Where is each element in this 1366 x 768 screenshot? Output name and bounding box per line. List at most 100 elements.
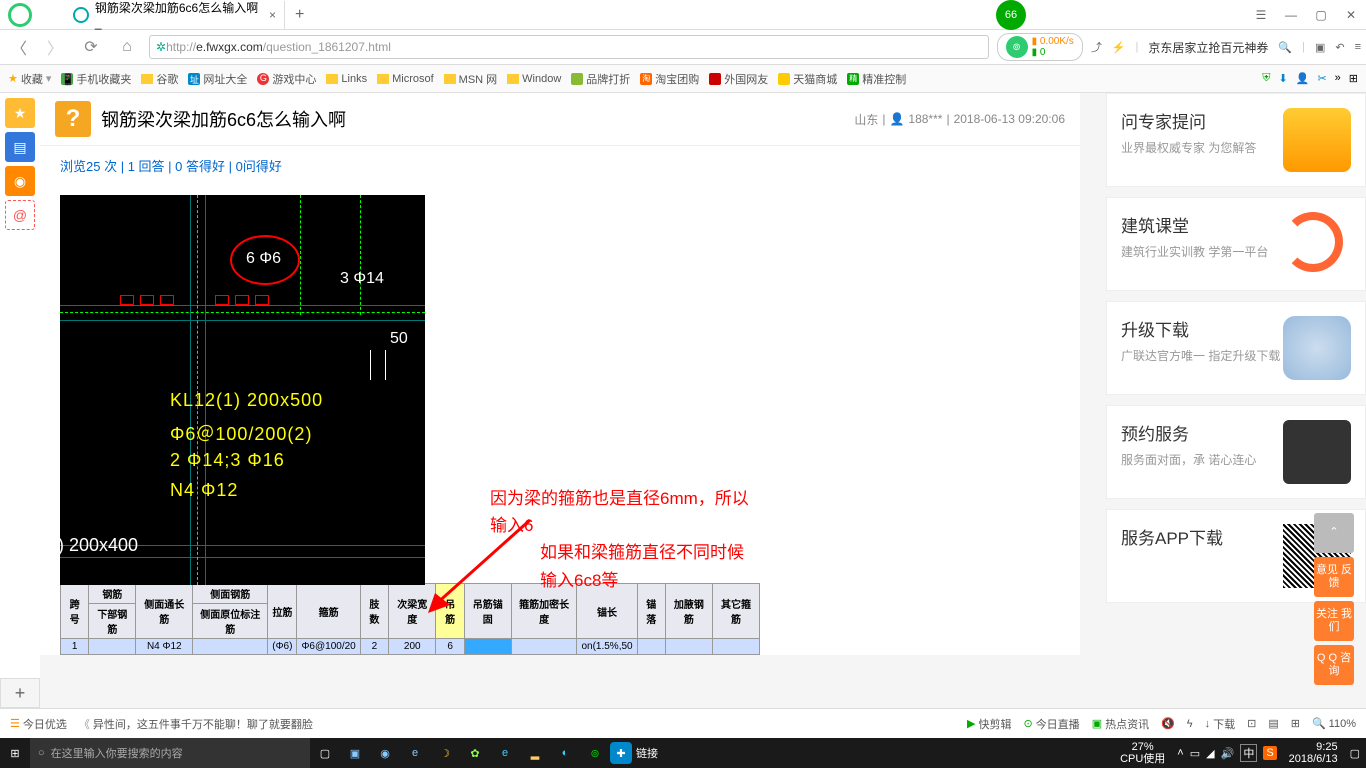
tray-ime-icon[interactable]: 中 <box>1240 744 1257 762</box>
bookmark-item[interactable]: Window <box>507 73 561 85</box>
reader-icon[interactable]: ▤ <box>1268 717 1278 730</box>
zoom-level[interactable]: 🔍 110% <box>1312 717 1356 730</box>
task-view-icon[interactable]: ▢ <box>310 738 340 768</box>
taskbar-360-icon[interactable]: ⊚ <box>580 738 610 768</box>
quickclip-button[interactable]: ▶快剪辑 <box>967 716 1011 732</box>
sidebar-card-classroom[interactable]: 建筑课堂建筑行业实训教 学第一平台 <box>1106 197 1366 291</box>
network-speed-widget[interactable]: ⊚ ▮ 0.00K/s ▮ 0 <box>997 33 1083 61</box>
taskbar-app-icon[interactable]: ✿ <box>460 738 490 768</box>
taskbar-link[interactable]: 链接 <box>632 738 662 768</box>
today-picks-button[interactable]: ☰今日优选 <box>10 716 67 732</box>
window-menu-icon[interactable]: ☰ <box>1246 0 1276 30</box>
taskbar-ie-icon[interactable]: e <box>490 738 520 768</box>
favorites-button[interactable]: ★收藏 ▾ <box>8 71 51 87</box>
table-row[interactable]: 1 N4 Φ12 (Φ6) Φ6@100/20 2 200 6 on(1.5%,… <box>61 639 760 655</box>
forward-button[interactable]: 〉 <box>41 33 69 61</box>
promo-link[interactable]: 京东居家立抢百元神券 <box>1148 39 1268 56</box>
stat-good[interactable]: 0 答得好 <box>175 159 225 174</box>
search-icon[interactable]: 🔍 <box>1278 41 1292 54</box>
tab-close-icon[interactable]: × <box>269 8 276 22</box>
taskbar-app-icon[interactable]: ▣ <box>340 738 370 768</box>
ext-grid-icon[interactable]: ⊞ <box>1349 72 1358 85</box>
sidebar-at-icon[interactable]: @ <box>5 200 35 230</box>
ext-download-icon[interactable]: ⬇ <box>1279 72 1288 85</box>
url-input[interactable]: ✲ http:// e.fwxgx.com /question_1861207.… <box>149 35 989 59</box>
menu-icon[interactable]: ≡ <box>1355 41 1361 53</box>
cpu-usage[interactable]: 27%CPU使用 <box>1114 741 1171 765</box>
extension-icon[interactable]: ▣ <box>1315 41 1325 54</box>
stat-ask[interactable]: 0问得好 <box>236 159 282 174</box>
browser-tab[interactable]: 钢筋梁次梁加筋6c6怎么输入啊_ × <box>65 1 285 29</box>
bookmark-item[interactable]: Microsof <box>377 73 434 85</box>
start-button[interactable]: ⊞ <box>0 738 30 768</box>
stat-answers[interactable]: 1 回答 <box>128 159 165 174</box>
mute-icon[interactable]: 🔇 <box>1161 717 1175 730</box>
sidebar-favorites-icon[interactable]: ★ <box>5 98 35 128</box>
tray-sogou-icon[interactable]: S <box>1263 746 1276 760</box>
reload-button[interactable]: ⟳ <box>77 33 105 61</box>
sidebar-card-upgrade[interactable]: 升级下载广联达官方唯一 指定升级下载 <box>1106 301 1366 395</box>
selected-cell <box>464 639 511 655</box>
user-icon: 👤 <box>889 112 904 126</box>
add-tab-sidebar-button[interactable]: + <box>0 678 40 708</box>
taskbar-app-icon[interactable]: ◉ <box>370 738 400 768</box>
sidebar-news-icon[interactable]: ▤ <box>5 132 35 162</box>
close-button[interactable]: ✕ <box>1336 0 1366 30</box>
tray-volume-icon[interactable]: 🔊 <box>1221 747 1235 760</box>
new-tab-button[interactable]: + <box>285 6 314 24</box>
bookmark-item[interactable]: Links <box>326 73 367 85</box>
bookmark-item[interactable]: 📱手机收藏夹 <box>61 71 131 87</box>
grid-icon[interactable]: ⊞ <box>1291 717 1300 730</box>
hotnews-button[interactable]: ▣热点资讯 <box>1092 716 1149 732</box>
bolt-icon[interactable]: ⚡ <box>1112 41 1126 54</box>
taskbar-app-icon[interactable]: ◐ <box>550 738 580 768</box>
sidebar-card-expert[interactable]: 问专家提问业界最权威专家 为您解答 <box>1106 93 1366 187</box>
follow-button[interactable]: 关注 我们 <box>1314 601 1354 641</box>
pip-icon[interactable]: ⊡ <box>1247 717 1256 730</box>
ext-screenshot-icon[interactable]: ✂ <box>1317 72 1326 85</box>
taskbar-edge-icon[interactable]: e <box>400 738 430 768</box>
share-icon[interactable]: ⤴ <box>1091 39 1102 55</box>
taskbar-search-input[interactable]: ○ 在这里输入你要搜索的内容 <box>30 738 310 768</box>
cad-label-6phi6: 6 Φ6 <box>246 250 281 268</box>
qq-consult-button[interactable]: Q Q 咨询 <box>1314 645 1354 685</box>
browser-logo[interactable] <box>0 0 40 30</box>
news-ticker[interactable]: 《异性间，这五件事千万不能聊！聊了就要翻脸 <box>79 716 313 732</box>
bolt-status-icon[interactable]: ϟ <box>1187 718 1193 730</box>
bookmark-item[interactable]: MSN 网 <box>444 71 498 87</box>
cad-beam-spec-5: ) 200x400 <box>60 535 138 556</box>
ext-shield-icon[interactable]: ⛨ <box>1262 72 1270 85</box>
taskbar-clock[interactable]: 9:252018/6/13 <box>1283 741 1344 765</box>
bookmark-item[interactable]: 天猫商城 <box>778 71 837 87</box>
taskbar-app-icon[interactable]: ☽ <box>430 738 460 768</box>
live-button[interactable]: ⊙今日直播 <box>1023 716 1079 732</box>
scroll-top-button[interactable]: ⌃ <box>1314 513 1354 553</box>
score-badge[interactable]: 66 <box>996 0 1026 30</box>
bookmark-item[interactable]: G游戏中心 <box>257 71 316 87</box>
download-status-button[interactable]: ↓ 下载 <box>1205 716 1236 732</box>
sidebar-weibo-icon[interactable]: ◉ <box>5 166 35 196</box>
bookmark-item[interactable]: 外国网友 <box>709 71 768 87</box>
bookmark-item[interactable]: 精精准控制 <box>847 71 906 87</box>
minimize-button[interactable]: — <box>1276 0 1306 30</box>
bookmark-item[interactable]: 品牌打折 <box>571 71 630 87</box>
ext-more-icon[interactable]: » <box>1335 72 1341 85</box>
home-button[interactable]: ⌂ <box>113 33 141 61</box>
bookmark-item[interactable]: 址网址大全 <box>188 71 247 87</box>
back-button[interactable]: 〈 <box>5 33 33 61</box>
tray-battery-icon[interactable]: ▭ <box>1190 747 1200 760</box>
maximize-button[interactable]: ▢ <box>1306 0 1336 30</box>
tray-wifi-icon[interactable]: ◢ <box>1206 747 1214 760</box>
taskbar-app-icon[interactable]: ✚ <box>610 742 632 764</box>
bookmarks-bar: ★收藏 ▾ 📱手机收藏夹 谷歌 址网址大全 G游戏中心 Links Micros… <box>0 65 1366 93</box>
tray-chevron-icon[interactable]: ˄ <box>1177 747 1183 759</box>
bookmark-item[interactable]: 谷歌 <box>141 71 178 87</box>
feedback-button[interactable]: 意见 反馈 <box>1314 557 1354 597</box>
stat-views[interactable]: 浏览25 次 <box>60 159 117 174</box>
bookmark-item[interactable]: 淘淘宝团购 <box>640 71 699 87</box>
undo-icon[interactable]: ↶ <box>1335 41 1344 54</box>
ext-person-icon[interactable]: 👤 <box>1296 72 1310 85</box>
taskbar-explorer-icon[interactable]: ▂ <box>520 738 550 768</box>
sidebar-card-service[interactable]: 预约服务服务面对面，承 诺心连心 <box>1106 405 1366 499</box>
notifications-icon[interactable]: ▢ <box>1350 747 1360 760</box>
